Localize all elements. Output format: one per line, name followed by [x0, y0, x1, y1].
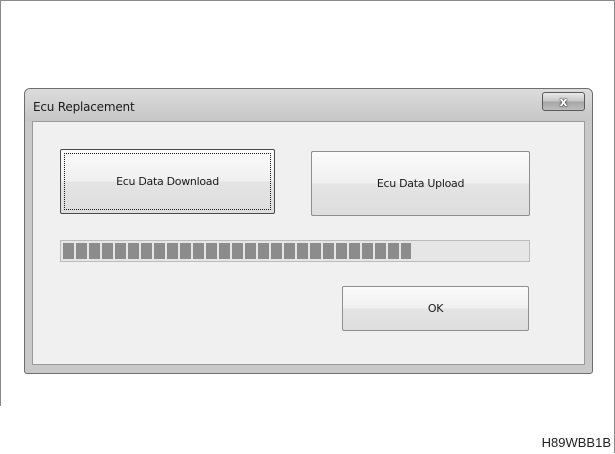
dialog-client-area: Ecu Data Download Ecu Data Upload OK: [32, 121, 585, 365]
close-button[interactable]: x: [542, 92, 585, 111]
ecu-data-upload-button[interactable]: Ecu Data Upload: [311, 151, 530, 216]
focus-rectangle: [64, 153, 271, 210]
progress-bar: [60, 240, 530, 262]
close-icon: x: [559, 94, 568, 109]
ecu-data-upload-label: Ecu Data Upload: [376, 177, 465, 190]
ok-label: OK: [427, 302, 444, 315]
figure-code: H89WBB1B: [541, 435, 611, 450]
ecu-data-download-button[interactable]: Ecu Data Download: [60, 149, 275, 214]
frame-gap: [0, 406, 1, 454]
progress-bar-fill: [63, 243, 411, 259]
title-bar[interactable]: Ecu Replacement x: [25, 89, 592, 121]
ok-button[interactable]: OK: [342, 286, 529, 331]
window-title: Ecu Replacement: [33, 100, 135, 114]
ecu-replacement-dialog: Ecu Replacement x Ecu Data Download Ecu …: [24, 88, 593, 374]
